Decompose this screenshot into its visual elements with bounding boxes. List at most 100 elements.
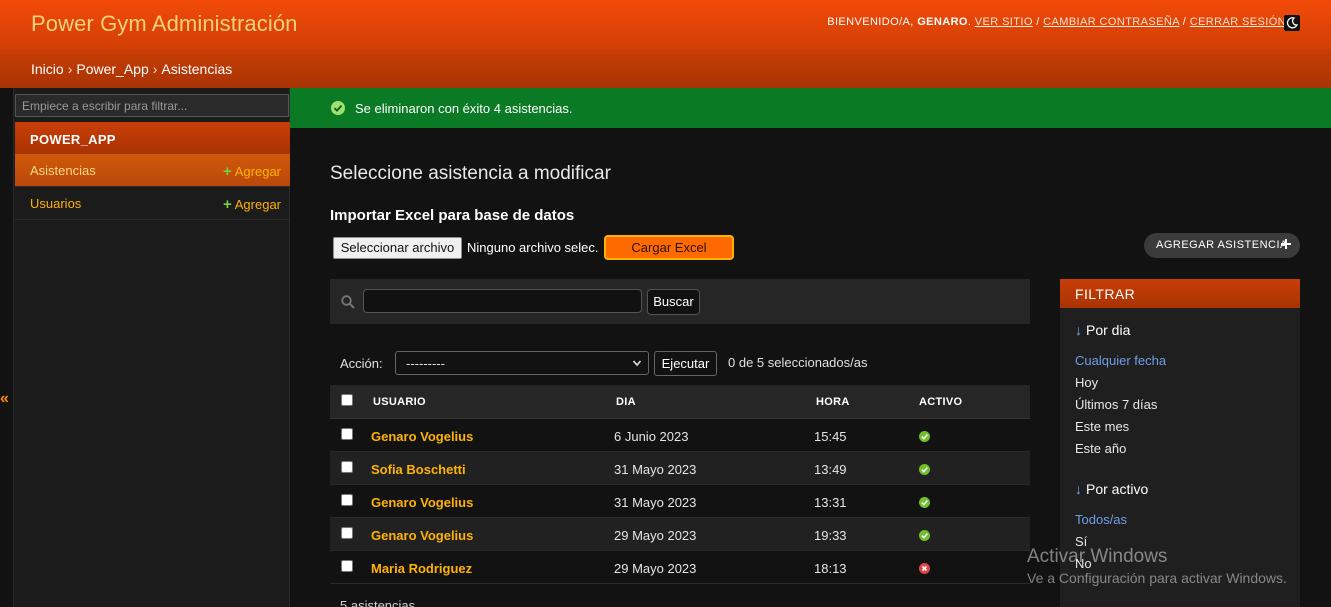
welcome-text: BIENVENIDO/A, bbox=[827, 16, 914, 28]
cell-usuario[interactable]: Genaro Vogelius bbox=[371, 429, 473, 444]
column-header-usuario[interactable]: USUARIO bbox=[373, 396, 426, 408]
result-count: 5 asistencias bbox=[340, 598, 416, 607]
chevron-down-icon bbox=[632, 360, 642, 367]
column-header-dia[interactable]: DIA bbox=[616, 396, 636, 408]
yes-icon bbox=[919, 431, 930, 442]
table-row: Genaro Vogelius 6 Junio 2023 15:45 bbox=[330, 419, 1030, 452]
breadcrumb-home[interactable]: Inicio bbox=[31, 61, 64, 77]
cell-usuario[interactable]: Maria Rodriguez bbox=[371, 561, 472, 576]
filter-option-this-month[interactable]: Este mes bbox=[1075, 419, 1129, 434]
file-status: Ninguno archivo selec. bbox=[467, 240, 599, 255]
username: GENARO bbox=[917, 16, 968, 28]
action-label: Acción: bbox=[340, 356, 383, 371]
filter-option-any-date[interactable]: Cualquier fecha bbox=[1075, 353, 1166, 368]
run-action-button[interactable]: Ejecutar bbox=[654, 351, 717, 376]
cell-dia: 31 Mayo 2023 bbox=[614, 495, 697, 510]
row-checkbox[interactable] bbox=[341, 527, 353, 539]
cell-hora: 13:31 bbox=[814, 495, 847, 510]
row-checkbox[interactable] bbox=[341, 461, 353, 473]
cell-hora: 18:13 bbox=[814, 561, 847, 576]
logout-link[interactable]: CERRAR SESIÓN bbox=[1190, 16, 1286, 28]
sidebar-collapse-icon[interactable]: « bbox=[0, 390, 9, 408]
no-icon bbox=[919, 563, 930, 574]
filter-title: FILTRAR bbox=[1060, 279, 1300, 308]
cell-usuario[interactable]: Sofia Boschetti bbox=[371, 462, 466, 477]
cell-hora: 19:33 bbox=[814, 528, 847, 543]
success-message: Se eliminaron con éxito 4 asistencias. bbox=[290, 88, 1331, 128]
table-row: Maria Rodriguez 29 Mayo 2023 18:13 bbox=[330, 551, 1030, 584]
choose-file-button[interactable]: Seleccionar archivo bbox=[333, 237, 462, 259]
search-input[interactable] bbox=[363, 289, 642, 313]
cell-dia: 6 Junio 2023 bbox=[614, 429, 689, 444]
filter-option-today[interactable]: Hoy bbox=[1075, 375, 1098, 390]
row-checkbox[interactable] bbox=[341, 428, 353, 440]
filter-heading-dia[interactable]: ↓ Por dia bbox=[1075, 322, 1130, 338]
column-header-hora[interactable]: HORA bbox=[816, 396, 850, 408]
sidebar-add-asistencia-link[interactable]: + Agregar bbox=[223, 163, 281, 180]
cell-dia: 29 Mayo 2023 bbox=[614, 528, 697, 543]
import-title: Importar Excel para base de datos bbox=[330, 207, 575, 224]
filter-option-this-year[interactable]: Este año bbox=[1075, 441, 1126, 456]
add-label: Agregar bbox=[234, 197, 281, 212]
arrow-down-icon: ↓ bbox=[1075, 322, 1082, 338]
view-site-link[interactable]: VER SITIO bbox=[975, 16, 1033, 28]
table-row: Genaro Vogelius 31 Mayo 2023 13:31 bbox=[330, 485, 1030, 518]
selection-counter: 0 de 5 seleccionados/as bbox=[728, 355, 868, 370]
cell-hora: 15:45 bbox=[814, 429, 847, 444]
row-checkbox[interactable] bbox=[341, 494, 353, 506]
user-tools: BIENVENIDO/A, GENARO. VER SITIO / CAMBIA… bbox=[827, 16, 1286, 28]
success-icon bbox=[331, 101, 345, 115]
search-toolbar: Buscar bbox=[330, 279, 1030, 324]
arrow-down-icon: ↓ bbox=[1075, 481, 1082, 497]
action-select-value: --------- bbox=[406, 356, 445, 371]
sidebar: POWER_APP Asistencias +Agregar Usuarios … bbox=[13, 88, 290, 607]
table-header: USUARIO DIA HORA ACTIVO bbox=[330, 385, 1030, 419]
table-row: Sofia Boschetti 31 Mayo 2023 13:49 bbox=[330, 452, 1030, 485]
breadcrumb: Inicio › Power_App › Asistencias bbox=[0, 49, 1331, 88]
breadcrumb-app[interactable]: Power_App bbox=[76, 61, 148, 77]
cell-dia: 31 Mayo 2023 bbox=[614, 462, 697, 477]
filter-heading-label: Por dia bbox=[1086, 322, 1131, 338]
page-title: Seleccione asistencia a modificar bbox=[330, 163, 611, 184]
cell-usuario[interactable]: Genaro Vogelius bbox=[371, 528, 473, 543]
add-asistencia-button[interactable]: AGREGAR ASISTENCIA bbox=[1144, 233, 1300, 258]
sidebar-add-usuario-link[interactable]: + Agregar bbox=[223, 196, 281, 213]
watermark-title: Activar Windows bbox=[1027, 546, 1168, 567]
cell-usuario[interactable]: Genaro Vogelius bbox=[371, 495, 473, 510]
message-text: Se eliminaron con éxito 4 asistencias. bbox=[355, 101, 573, 116]
row-checkbox[interactable] bbox=[341, 560, 353, 572]
table-row: Genaro Vogelius 29 Mayo 2023 19:33 bbox=[330, 518, 1030, 551]
sidebar-item-asistencias: Asistencias + Agregar bbox=[15, 154, 290, 187]
add-icon: + bbox=[222, 163, 232, 180]
filter-heading-activo[interactable]: ↓ Por activo bbox=[1075, 481, 1148, 497]
results-table: USUARIO DIA HORA ACTIVO Genaro Vogelius 6… bbox=[330, 385, 1030, 584]
add-icon: + bbox=[222, 196, 232, 213]
site-title[interactable]: Power Gym Administración bbox=[31, 11, 298, 37]
add-label: Agregar bbox=[234, 164, 281, 179]
sidebar-item-label[interactable]: Usuarios bbox=[30, 196, 81, 211]
sidebar-filter-input[interactable] bbox=[15, 94, 289, 117]
app-caption[interactable]: POWER_APP bbox=[15, 122, 290, 154]
header: Power Gym Administración BIENVENIDO/A, G… bbox=[0, 0, 1331, 49]
moon-icon bbox=[1286, 17, 1298, 29]
column-header-activo[interactable]: ACTIVO bbox=[919, 396, 962, 408]
filter-heading-label: Por activo bbox=[1086, 481, 1149, 497]
plus-icon bbox=[1281, 239, 1291, 249]
select-all-checkbox[interactable] bbox=[341, 394, 353, 406]
upload-excel-button[interactable]: Cargar Excel bbox=[604, 235, 734, 260]
search-button[interactable]: Buscar bbox=[647, 289, 700, 315]
sidebar-item-label[interactable]: Asistencias bbox=[30, 163, 96, 178]
yes-icon bbox=[919, 464, 930, 475]
add-asistencia-label: AGREGAR ASISTENCIA bbox=[1156, 239, 1288, 251]
breadcrumb-current: Asistencias bbox=[161, 61, 233, 77]
filter-option-last-7-days[interactable]: Últimos 7 días bbox=[1075, 397, 1157, 412]
filter-option-all[interactable]: Todos/as bbox=[1075, 512, 1127, 527]
change-password-link[interactable]: CAMBIAR CONTRASEÑA bbox=[1043, 16, 1179, 28]
yes-icon bbox=[919, 530, 930, 541]
breadcrumb-separator: › bbox=[67, 61, 73, 77]
theme-toggle-button[interactable] bbox=[1284, 15, 1300, 31]
table-body: Genaro Vogelius 6 Junio 2023 15:45 Sofia Bo… bbox=[330, 419, 1030, 584]
search-icon bbox=[341, 295, 355, 309]
action-select[interactable]: --------- bbox=[395, 351, 649, 375]
watermark-subtitle: Ve a Configuración para activar Windows. bbox=[1027, 570, 1287, 586]
